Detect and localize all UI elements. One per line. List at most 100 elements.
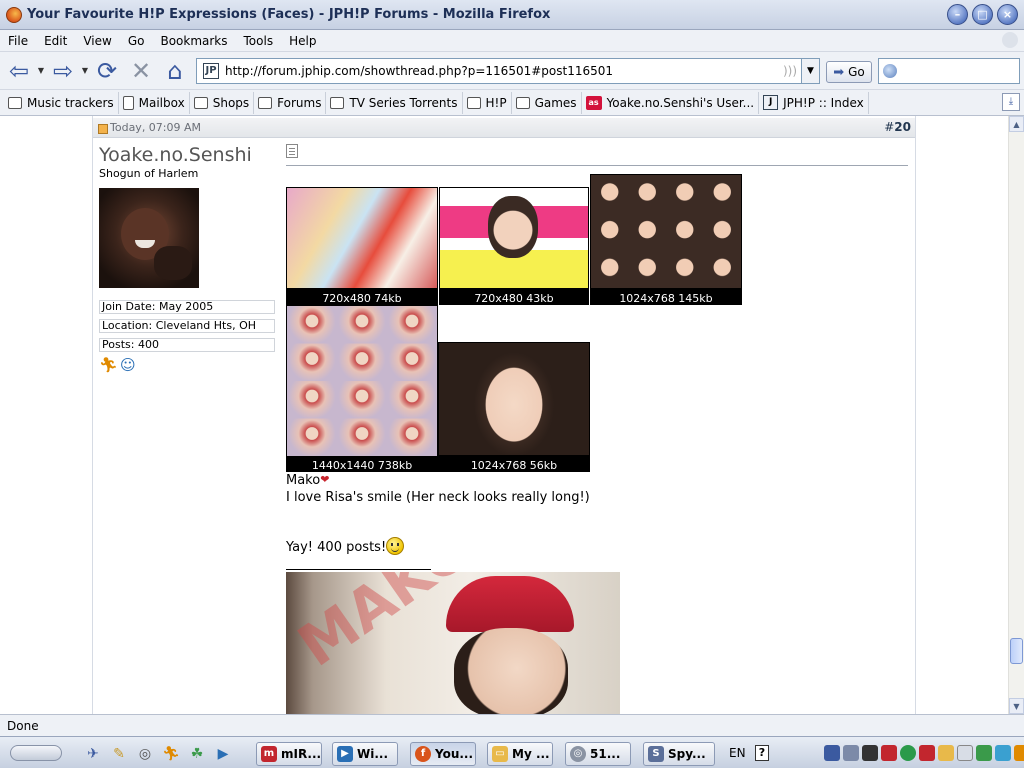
username-link[interactable]: Yoake.no.Senshi: [99, 144, 275, 166]
user-action-icons: 🏃︎ ☺: [99, 357, 275, 373]
back-history-dropdown[interactable]: ▼: [36, 66, 46, 75]
post-number-link[interactable]: #20: [884, 120, 911, 134]
post-document-icon: [286, 144, 298, 158]
menu-edit[interactable]: Edit: [36, 34, 75, 48]
folder-icon: [330, 96, 345, 109]
scroll-up-button[interactable]: ▲: [1009, 116, 1024, 132]
bookmark-forums[interactable]: Forums: [254, 91, 327, 114]
taskbar-item[interactable]: ▶ Wi...: [332, 742, 398, 766]
home-button[interactable]: ⌂: [158, 55, 192, 87]
menu-view[interactable]: View: [75, 34, 119, 48]
thumbnail-picture: [287, 188, 437, 288]
menu-bookmarks[interactable]: Bookmarks: [152, 34, 235, 48]
url-text[interactable]: http://forum.jphip.com/showthread.php?p=…: [225, 64, 613, 78]
bookmark-hp[interactable]: H!P: [463, 91, 512, 114]
signature-image: MAKOTO: [286, 572, 620, 714]
menu-help[interactable]: Help: [281, 34, 324, 48]
vertical-scrollbar[interactable]: ▲ ▼: [1008, 116, 1024, 714]
avatar-hand: [154, 246, 192, 280]
stop-button[interactable]: ✕: [124, 55, 158, 87]
taskbar-item[interactable]: ◎ 51...: [565, 742, 631, 766]
url-dropdown-button[interactable]: ▼: [801, 59, 819, 83]
navigation-toolbar: ⇦ ▼ ⇨ ▼ ⟳ ✕ ⌂ JP http://forum.jphip.com/…: [0, 52, 1024, 90]
taskbar-item[interactable]: m mIR...: [256, 742, 322, 766]
media-player-icon: ▶: [337, 746, 353, 762]
tray-icon[interactable]: [919, 745, 935, 761]
back-button[interactable]: ⇦: [2, 55, 36, 87]
menu-file[interactable]: File: [0, 34, 36, 48]
window-title: Your Favourite H!P Expressions (Faces) -…: [27, 7, 551, 22]
tray-icon[interactable]: [843, 745, 859, 761]
firefox-icon: [6, 6, 22, 23]
bookmark-games[interactable]: Games: [512, 91, 582, 114]
bookmark-shops[interactable]: Shops: [190, 91, 255, 114]
aim-icon[interactable]: 🏃︎: [99, 357, 118, 373]
bookmark-label: Forums: [277, 95, 322, 110]
bookmark-tv-series-torrents[interactable]: TV Series Torrents: [326, 91, 463, 114]
menu-go[interactable]: Go: [120, 34, 153, 48]
bookmark-mailbox[interactable]: Mailbox: [119, 91, 190, 114]
user-info: Yoake.no.Senshi Shogun of Harlem Join Da…: [99, 144, 275, 373]
bookmark-lastfm-user[interactable]: as Yoake.no.Senshi's User...: [582, 91, 760, 114]
tray-icon[interactable]: [900, 745, 916, 761]
forward-history-dropdown[interactable]: ▼: [80, 66, 90, 75]
taskbar-item[interactable]: f You...: [410, 742, 476, 766]
thumbnail-image[interactable]: 1440x1440 738kb: [286, 305, 438, 472]
thumbnail-caption: 1024x768 145kb: [619, 292, 713, 305]
help-icon[interactable]: ?: [755, 745, 769, 761]
tray-icon[interactable]: [957, 745, 973, 761]
heart-icon: ❤: [320, 473, 330, 486]
quicklaunch-icon[interactable]: ▶: [214, 745, 232, 763]
thumbnail-caption: 1024x768 56kb: [470, 459, 558, 472]
tray-icon[interactable]: [938, 745, 954, 761]
maximize-button[interactable]: □: [972, 4, 993, 25]
bookmark-music-trackers[interactable]: Music trackers: [4, 91, 119, 114]
taskbar-item[interactable]: S Spy...: [643, 742, 715, 766]
taskbar-item-label: My ...: [512, 747, 550, 761]
scrollbar-thumb[interactable]: [1010, 638, 1023, 664]
tray-icon[interactable]: [881, 745, 897, 761]
tray-icon[interactable]: [1014, 745, 1024, 761]
throbber-icon: [1002, 32, 1018, 48]
start-button[interactable]: [10, 745, 62, 761]
tray-icon[interactable]: [995, 745, 1011, 761]
quicklaunch-icon[interactable]: ✎: [110, 745, 128, 763]
taskbar-item[interactable]: ▭ My ...: [487, 742, 553, 766]
post-number: 20: [894, 120, 911, 134]
thumbnail-image[interactable]: 720x480 74kb: [286, 187, 438, 305]
tray-icon[interactable]: [824, 745, 840, 761]
tray-icon[interactable]: [976, 745, 992, 761]
tray-icon[interactable]: [862, 745, 878, 761]
thumbnail-image[interactable]: 1024x768 145kb: [590, 174, 742, 305]
mirc-icon: m: [261, 746, 277, 762]
user-title: Shogun of Harlem: [99, 167, 199, 180]
taskbar-item-label: 51...: [590, 747, 621, 761]
thumbnail-image[interactable]: 1024x768 56kb: [438, 342, 590, 472]
reload-button[interactable]: ⟳: [90, 55, 124, 87]
bookmark-label: JPH!P :: Index: [783, 95, 864, 110]
thumbnail-face-grid: [591, 175, 741, 288]
bookmarks-toolbar: Music trackers Mailbox Shops Forums TV S…: [0, 90, 1024, 116]
quicklaunch-icon[interactable]: 🏃︎: [162, 745, 180, 763]
quicklaunch-icon[interactable]: ☘: [188, 745, 206, 763]
bookmarks-overflow-icon[interactable]: ⤓: [1002, 93, 1020, 111]
folder-icon: [258, 96, 273, 109]
thumbnail-image[interactable]: 720x480 43kb: [439, 187, 589, 305]
bookmark-label: Music trackers: [27, 95, 114, 110]
go-button[interactable]: ➡ Go: [826, 61, 872, 83]
search-engine-icon[interactable]: [883, 64, 897, 78]
minimize-button[interactable]: –: [947, 4, 968, 25]
bookmark-jphip-index[interactable]: J JPH!P :: Index: [759, 91, 869, 114]
scroll-down-button[interactable]: ▼: [1009, 698, 1024, 714]
quicklaunch-icon[interactable]: ✈: [84, 745, 102, 763]
close-button[interactable]: ×: [997, 4, 1018, 25]
forward-button[interactable]: ⇨: [46, 55, 80, 87]
quicklaunch-icon[interactable]: ◎: [136, 745, 154, 763]
search-input[interactable]: [878, 58, 1020, 84]
page-icon: [122, 95, 134, 110]
rss-icon[interactable]: ))): [783, 64, 797, 78]
msn-icon[interactable]: ☺: [120, 357, 136, 373]
url-bar[interactable]: JP http://forum.jphip.com/showthread.php…: [196, 58, 820, 84]
menu-tools[interactable]: Tools: [236, 34, 282, 48]
language-indicator[interactable]: EN: [729, 746, 746, 760]
